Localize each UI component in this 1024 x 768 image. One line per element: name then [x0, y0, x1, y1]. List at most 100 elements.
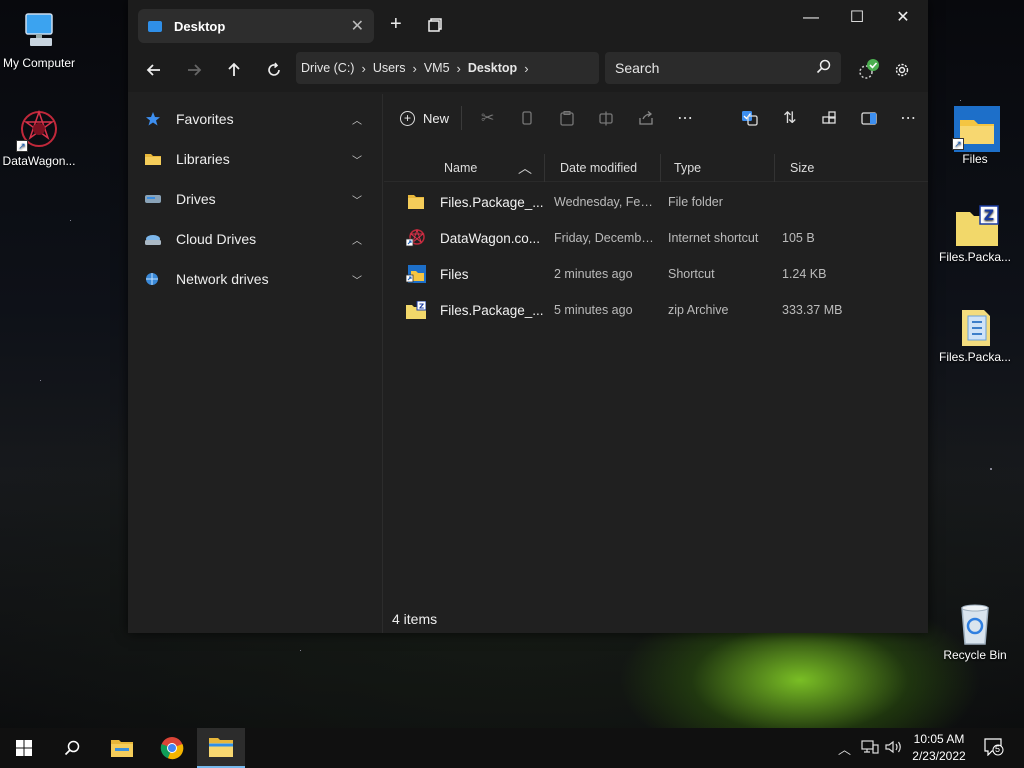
- column-header-type[interactable]: Type: [674, 161, 701, 175]
- tab-desktop[interactable]: Desktop ✕: [138, 9, 374, 43]
- more-icon: ⋯: [677, 110, 694, 127]
- up-button[interactable]: [220, 58, 248, 86]
- desktop-icon-label: Files.Packa...: [938, 350, 1012, 364]
- minimize-button[interactable]: —: [788, 6, 834, 30]
- column-header-name[interactable]: Name: [444, 161, 477, 175]
- preview-pane-button[interactable]: [849, 102, 888, 134]
- paste-button[interactable]: [547, 102, 586, 134]
- start-button[interactable]: [0, 728, 48, 768]
- desktop-icon-recycle-bin[interactable]: Recycle Bin: [936, 602, 1014, 662]
- desktop-icon-my-computer[interactable]: My Computer: [0, 10, 78, 70]
- computer-icon: [18, 10, 60, 52]
- chevron-down-icon[interactable]: ﹀: [352, 152, 362, 167]
- cut-button[interactable]: ✂: [468, 102, 507, 134]
- paste-icon: [560, 110, 574, 126]
- tab-close-icon[interactable]: ✕: [351, 16, 364, 36]
- copy-button[interactable]: [507, 102, 546, 134]
- navigation-bar: Drive (C:) › Users › VM5 › Desktop › Sea…: [128, 52, 928, 92]
- desktop-icon-datawagon[interactable]: ↗ DataWagon...: [0, 108, 78, 168]
- file-row[interactable]: Files 2 minutes ago Shortcut 1.24 KB: [384, 256, 928, 292]
- taskbar-search-button[interactable]: [48, 728, 96, 768]
- sidebar-item-network-drives[interactable]: Network drives ﹀: [128, 259, 382, 299]
- layout-icon: [822, 111, 836, 124]
- desktop-icon-files-package-zip[interactable]: Z Files.Packa...: [936, 204, 1014, 264]
- shortcut-icon: [406, 265, 426, 283]
- title-bar: Desktop ✕ + — ☐ ✕: [128, 0, 928, 52]
- taskbar-files-app[interactable]: [197, 728, 245, 768]
- close-window-button[interactable]: ✕: [880, 6, 926, 30]
- group-button[interactable]: [810, 102, 849, 134]
- status-center-icon: [859, 59, 879, 79]
- add-icon: +: [400, 110, 415, 126]
- column-divider[interactable]: [774, 153, 775, 182]
- breadcrumb-users[interactable]: Users: [373, 61, 406, 75]
- select-button[interactable]: [731, 102, 770, 134]
- rename-button[interactable]: [586, 102, 625, 134]
- refresh-button[interactable]: [260, 58, 288, 86]
- file-name: Files.Package_...: [440, 194, 544, 210]
- column-header-size[interactable]: Size: [790, 161, 814, 175]
- sidebar-item-cloud-drives[interactable]: Cloud Drives ︿: [128, 219, 382, 259]
- volume-icon[interactable]: [885, 739, 903, 758]
- notification-center-button[interactable]: 5: [984, 738, 1006, 758]
- files-app-icon: [209, 738, 233, 757]
- file-size: 105 B: [782, 231, 815, 245]
- desktop-icon-files-package[interactable]: Files.Packa...: [936, 304, 1014, 364]
- breadcrumb-separator-icon: ›: [361, 60, 366, 76]
- desktop-icon-label: My Computer: [2, 56, 76, 70]
- windows-logo-icon: [16, 740, 32, 756]
- file-type: Shortcut: [668, 267, 715, 281]
- file-row[interactable]: DataWagon.co... Friday, December... Inte…: [384, 220, 928, 256]
- address-bar[interactable]: Drive (C:) › Users › VM5 › Desktop ›: [296, 52, 599, 84]
- show-hidden-icons-chevron-icon[interactable]: ︿: [838, 739, 851, 758]
- sidebar-item-favorites[interactable]: Favorites ︿: [128, 99, 382, 139]
- forward-button[interactable]: [180, 58, 208, 86]
- notification-icon: [984, 738, 1004, 757]
- share-button[interactable]: [626, 102, 665, 134]
- desktop-icon-files[interactable]: ↗ Files: [936, 106, 1014, 166]
- column-divider[interactable]: [660, 153, 661, 182]
- column-divider[interactable]: [544, 153, 545, 182]
- column-header-date[interactable]: Date modified: [560, 161, 637, 175]
- more-options-button[interactable]: ⋯: [665, 102, 704, 134]
- command-bar: + New ✂ ⋯ ⇅ ⋯: [384, 94, 928, 142]
- search-icon: [816, 59, 831, 78]
- search-placeholder: Search: [615, 60, 660, 76]
- desktop-icon-label: Recycle Bin: [943, 648, 1007, 662]
- network-icon[interactable]: [861, 739, 879, 758]
- datawagon-icon: ↗: [16, 108, 60, 152]
- breadcrumb-vm5[interactable]: VM5: [424, 61, 450, 75]
- sidebar-item-label: Drives: [176, 191, 216, 207]
- select-icon: [742, 111, 758, 126]
- file-row[interactable]: Files.Package_... Wednesday, Febr... Fil…: [384, 184, 928, 220]
- forward-arrow-icon: [188, 64, 202, 76]
- maximize-button[interactable]: ☐: [834, 6, 880, 30]
- search-input[interactable]: Search: [605, 52, 841, 84]
- sort-button[interactable]: ⇅: [770, 102, 809, 134]
- more-view-options-button[interactable]: ⋯: [889, 102, 928, 134]
- shortcut-arrow-icon: ↗: [952, 138, 964, 150]
- settings-button[interactable]: [888, 58, 916, 86]
- taskbar-chrome[interactable]: [148, 728, 196, 768]
- tab-title: Desktop: [174, 18, 226, 34]
- desktop-icon-label: DataWagon...: [2, 154, 76, 168]
- sidebar-item-drives[interactable]: Drives ﹀: [128, 179, 382, 219]
- status-center-button[interactable]: [854, 58, 882, 86]
- taskbar-file-explorer[interactable]: [98, 728, 146, 768]
- new-tab-button[interactable]: +: [390, 14, 402, 34]
- status-bar-item-count: 4 items: [392, 611, 438, 627]
- back-button[interactable]: [140, 58, 168, 86]
- file-explorer-icon: [111, 740, 133, 757]
- sidebar-item-libraries[interactable]: Libraries ﹀: [128, 139, 382, 179]
- new-button[interactable]: + New: [398, 110, 455, 126]
- sidebar-item-label: Libraries: [176, 151, 230, 167]
- chevron-up-icon[interactable]: ︿: [352, 232, 362, 247]
- chevron-up-icon[interactable]: ︿: [352, 112, 362, 127]
- file-row[interactable]: Z Files.Package_... 5 minutes ago zip Ar…: [384, 292, 928, 328]
- chevron-down-icon[interactable]: ﹀: [352, 192, 362, 207]
- taskbar-clock[interactable]: 10:05 AM 2/23/2022: [906, 731, 972, 765]
- chevron-down-icon[interactable]: ﹀: [352, 272, 362, 287]
- duplicate-tab-button[interactable]: [428, 17, 442, 37]
- breadcrumb-drive[interactable]: Drive (C:): [301, 61, 354, 75]
- breadcrumb-desktop[interactable]: Desktop: [468, 61, 517, 75]
